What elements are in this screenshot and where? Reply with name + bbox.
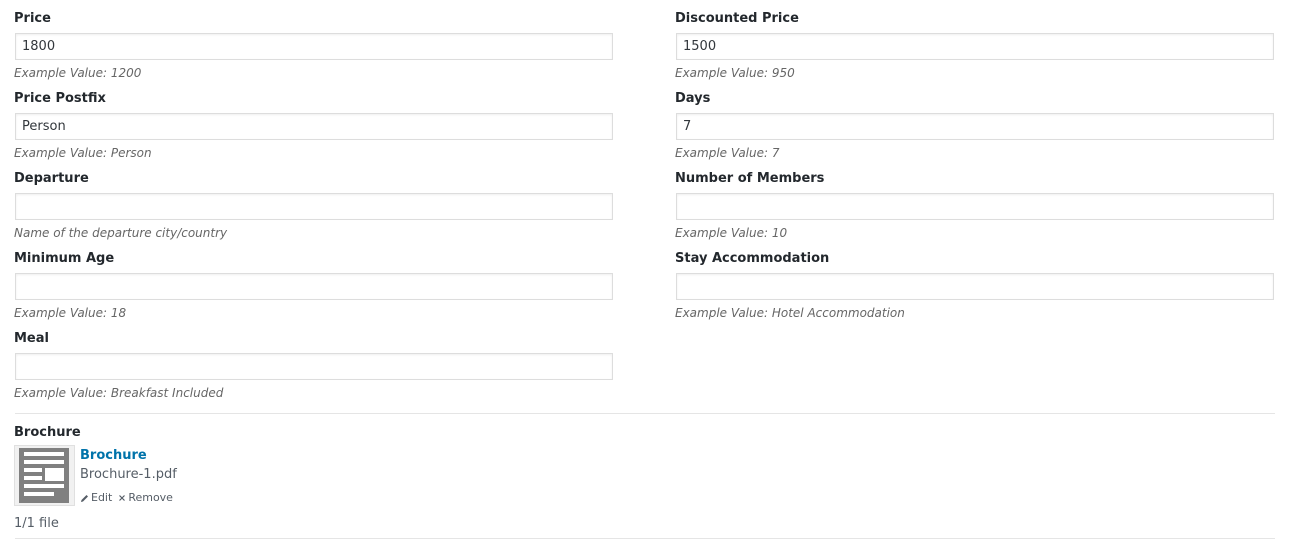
document-icon[interactable]	[14, 445, 75, 506]
file-count: 1/1 file	[14, 516, 59, 531]
edit-label: Edit	[91, 491, 113, 504]
price-field: Price Example Value: 1200	[14, 10, 613, 90]
price-label: Price	[14, 11, 51, 26]
brochure-file-name: Brochure-1.pdf	[80, 467, 177, 482]
price-postfix-label: Price Postfix	[14, 91, 106, 106]
meal-field: Meal Example Value: Breakfast Included	[14, 330, 613, 410]
edit-button[interactable]: Edit	[80, 491, 112, 505]
discounted-price-field: Discounted Price Example Value: 950	[675, 10, 1274, 90]
departure-label: Departure	[14, 171, 89, 186]
stay-accommodation-label: Stay Accommodation	[675, 251, 830, 266]
price-postfix-input[interactable]	[15, 113, 613, 140]
file-actions: Edit Remove	[80, 491, 173, 505]
minimum-age-description: Example Value: 18	[14, 306, 127, 320]
number-of-members-field: Number of Members Example Value: 10	[675, 170, 1274, 250]
pencil-icon	[81, 494, 88, 502]
price-postfix-field: Price Postfix Example Value: Person	[14, 90, 613, 170]
meal-description: Example Value: Breakfast Included	[14, 386, 224, 400]
minimum-age-input[interactable]	[15, 273, 613, 300]
days-input[interactable]	[676, 113, 1274, 140]
remove-button[interactable]: Remove	[118, 491, 173, 505]
minimum-age-label: Minimum Age	[14, 251, 115, 266]
discounted-price-label: Discounted Price	[675, 11, 799, 26]
price-postfix-description: Example Value: Person	[14, 146, 152, 160]
minimum-age-field: Minimum Age Example Value: 18	[14, 250, 613, 330]
section-divider-bottom	[15, 538, 1275, 539]
departure-input[interactable]	[15, 193, 613, 220]
discounted-price-input[interactable]	[676, 33, 1274, 60]
days-description: Example Value: 7	[675, 146, 780, 160]
days-label: Days	[675, 91, 711, 106]
stay-accommodation-input[interactable]	[676, 273, 1274, 300]
price-description: Example Value: 1200	[14, 66, 142, 80]
brochure-file-link[interactable]: Brochure	[80, 448, 147, 464]
stay-accommodation-description: Example Value: Hotel Accommodation	[675, 306, 905, 320]
remove-label: Remove	[128, 491, 173, 504]
discounted-price-description: Example Value: 950	[675, 66, 795, 80]
document-thumbnail-graphic	[15, 446, 74, 505]
number-of-members-input[interactable]	[676, 193, 1274, 220]
number-of-members-description: Example Value: 10	[675, 226, 788, 240]
meal-input[interactable]	[15, 353, 613, 380]
departure-description: Name of the departure city/country	[14, 226, 228, 240]
price-input[interactable]	[15, 33, 613, 60]
stay-accommodation-field: Stay Accommodation Example Value: Hotel …	[675, 250, 1274, 330]
close-icon	[119, 495, 126, 501]
departure-field: Departure Name of the departure city/cou…	[14, 170, 613, 250]
meal-label: Meal	[14, 331, 49, 346]
brochure-label: Brochure	[14, 425, 81, 440]
days-field: Days Example Value: 7	[675, 90, 1274, 170]
number-of-members-label: Number of Members	[675, 171, 825, 186]
section-divider-top	[15, 413, 1275, 414]
